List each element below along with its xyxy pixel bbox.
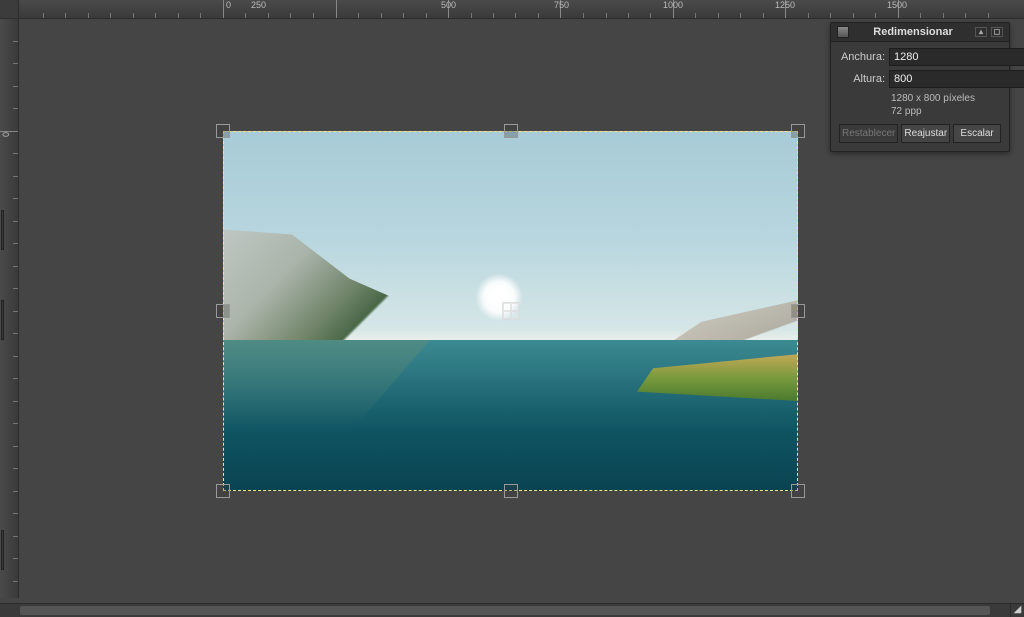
resize-handle-se[interactable] — [791, 484, 805, 498]
height-label: Altura: — [839, 73, 885, 85]
scale-button[interactable]: Escalar — [953, 124, 1001, 143]
resize-handle-nw[interactable] — [216, 124, 230, 138]
resize-handle-n[interactable] — [504, 124, 518, 138]
resize-handle-e[interactable] — [791, 304, 805, 318]
resize-handle-w[interactable] — [216, 304, 230, 318]
resize-panel: Redimensionar ▴ ◻ Anchura: ▲ ▼ Altura: — [830, 22, 1010, 152]
ruler-tick-label: 0 — [1, 132, 11, 137]
panel-detach-icon[interactable]: ◻ — [991, 27, 1003, 37]
ruler-origin-corner[interactable] — [0, 0, 19, 19]
panel-titlebar[interactable]: Redimensionar ▴ ◻ — [831, 23, 1009, 42]
image-canvas[interactable] — [223, 131, 798, 491]
ruler-tick-label: 1250 — [773, 0, 795, 10]
width-field[interactable] — [890, 49, 1024, 65]
resize-tool-icon — [837, 26, 849, 38]
side-marker — [1, 210, 4, 250]
transform-center-icon[interactable] — [502, 302, 520, 320]
ppi-info: 72 ppp — [891, 105, 1001, 118]
ruler-tick-label: 250 — [249, 0, 266, 10]
reset-button[interactable]: Restablecer — [839, 124, 898, 143]
side-marker — [1, 300, 4, 340]
panel-collapse-icon[interactable]: ▴ — [975, 27, 987, 37]
side-marker — [1, 530, 4, 570]
dimensions-info: 1280 x 800 píxeles — [891, 92, 1001, 105]
scrollbar-thumb[interactable] — [20, 606, 990, 615]
ruler-tick-label: 1000 — [661, 0, 683, 10]
ruler-tick-label: 1500 — [885, 0, 907, 10]
scrollbar-horizontal[interactable] — [0, 603, 1010, 617]
resize-handle-ne[interactable] — [791, 124, 805, 138]
readjust-button[interactable]: Reajustar — [901, 124, 950, 143]
ruler-tick-label: 500 — [439, 0, 456, 10]
ruler-tick-label: 0 — [224, 0, 231, 10]
navigator-corner-icon[interactable]: ◢ — [1010, 603, 1024, 617]
resize-handle-s[interactable] — [504, 484, 518, 498]
ruler-horizontal[interactable]: 0 250 500 750 1000 1250 1500 — [19, 0, 1024, 19]
panel-title: Redimensionar — [855, 26, 971, 38]
width-input[interactable]: ▲ ▼ — [889, 48, 1024, 66]
height-field[interactable] — [890, 71, 1024, 87]
width-label: Anchura: — [839, 51, 885, 63]
ruler-tick-label: 750 — [552, 0, 569, 10]
height-input[interactable]: ▲ ▼ — [889, 70, 1024, 88]
resize-handle-sw[interactable] — [216, 484, 230, 498]
